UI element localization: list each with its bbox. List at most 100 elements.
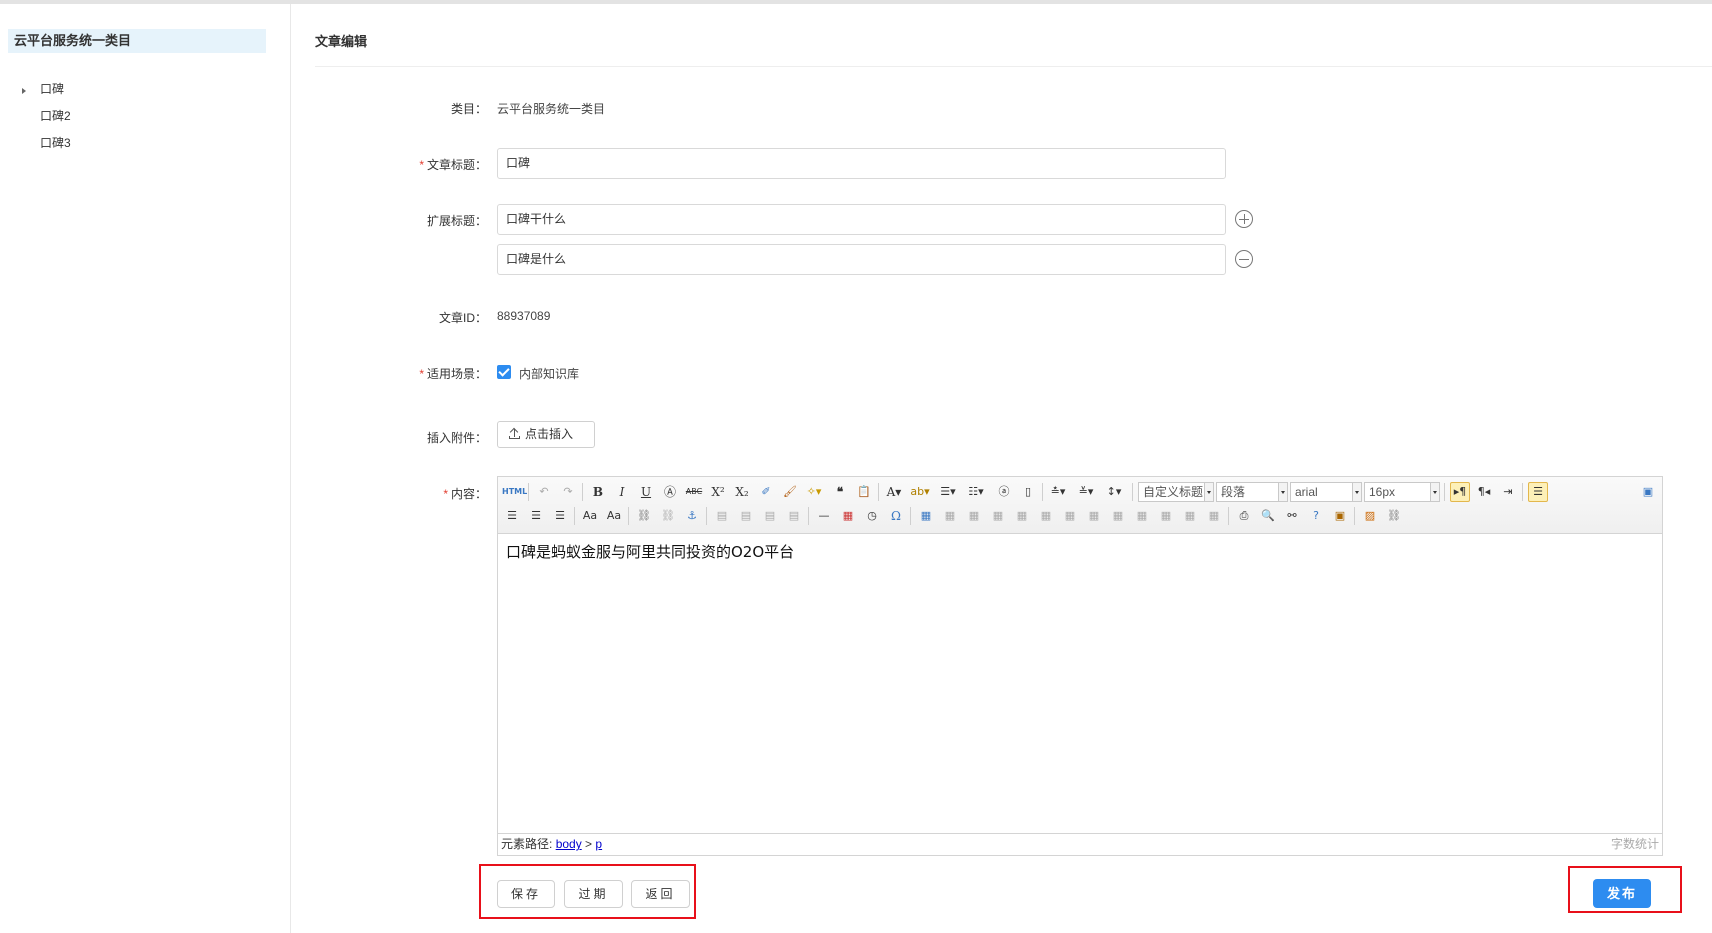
bold-icon[interactable]: B bbox=[588, 482, 608, 502]
ordered-list-icon[interactable]: ☰▾ bbox=[938, 482, 958, 502]
justify-icon[interactable]: ☰ bbox=[550, 506, 570, 526]
image-right-icon[interactable]: ▤ bbox=[760, 506, 780, 526]
rtl-direction-icon[interactable]: ¶◂ bbox=[1474, 482, 1494, 502]
unordered-list-icon[interactable]: ☷▾ bbox=[966, 482, 986, 502]
editor-content[interactable]: 口碑是蚂蚁金服与阿里共同投资的O2O平台 bbox=[506, 541, 794, 562]
insert-image-icon[interactable]: ▨ bbox=[1360, 506, 1380, 526]
sidebar-item-koubei3[interactable]: 口碑3 bbox=[40, 134, 71, 152]
image-none-icon[interactable]: ▤ bbox=[712, 506, 732, 526]
print-icon[interactable]: ⎙ bbox=[1234, 506, 1254, 526]
title-divider bbox=[315, 66, 1712, 67]
title-label: * 文章标题： bbox=[419, 158, 487, 172]
uppercase-icon[interactable]: Aa bbox=[580, 506, 600, 526]
save-button[interactable]: 保存 bbox=[497, 880, 555, 908]
scene-option-label: 内部知识库 bbox=[519, 367, 580, 381]
insert-col-icon[interactable]: ▦ bbox=[1036, 506, 1056, 526]
auto-typeset-icon[interactable]: ✧▾ bbox=[804, 482, 824, 502]
clear-doc-icon[interactable]: ▯ bbox=[1018, 482, 1038, 502]
ltr-direction-icon[interactable]: ▸¶ bbox=[1450, 482, 1470, 502]
row-spacing-bottom-icon[interactable]: ≚▾ bbox=[1076, 482, 1096, 502]
remove-format-icon[interactable]: ✐ bbox=[756, 482, 776, 502]
blockquote-icon[interactable]: ❝ bbox=[830, 482, 850, 502]
anchor-icon[interactable]: ⚓ bbox=[682, 506, 702, 526]
image-center-icon[interactable]: ▤ bbox=[784, 506, 804, 526]
underline-icon[interactable]: U bbox=[636, 482, 656, 502]
category-value: 云平台服务统一类目 bbox=[497, 102, 606, 116]
merge-cells-icon[interactable]: ▦ bbox=[1084, 506, 1104, 526]
insert-attachment-button[interactable]: 点击插入 bbox=[497, 421, 595, 448]
image-left-icon[interactable]: ▤ bbox=[736, 506, 756, 526]
content-label: * 内容： bbox=[443, 487, 487, 501]
paragraph-select[interactable]: 段落 bbox=[1216, 482, 1288, 502]
word-count[interactable]: 字数统计 bbox=[1611, 834, 1659, 855]
custom-style-select[interactable]: 自定义标题 bbox=[1138, 482, 1214, 502]
split-cells-icon[interactable]: ▦ bbox=[1156, 506, 1176, 526]
draft-icon[interactable]: ▣ bbox=[1330, 506, 1350, 526]
delete-table-icon[interactable]: ▦ bbox=[940, 506, 960, 526]
time-icon[interactable]: ◷ bbox=[862, 506, 882, 526]
strikethrough-icon[interactable]: ABC bbox=[684, 482, 704, 502]
align-right-icon[interactable]: ☰ bbox=[526, 506, 546, 526]
highlight-color-icon[interactable]: ab▾ bbox=[910, 482, 930, 502]
preview-icon[interactable]: 🔍 bbox=[1258, 506, 1278, 526]
font-color-icon[interactable]: A▾ bbox=[884, 482, 904, 502]
select-all-icon[interactable]: ⓐ bbox=[994, 482, 1014, 502]
scene-label: * 适用场景： bbox=[419, 367, 487, 381]
italic-icon[interactable]: I bbox=[612, 482, 632, 502]
font-family-select[interactable]: arial bbox=[1290, 482, 1362, 502]
align-center-icon[interactable]: ☰ bbox=[502, 506, 522, 526]
publish-button[interactable]: 发布 bbox=[1593, 879, 1651, 908]
indent-icon[interactable]: ⇥ bbox=[1498, 482, 1518, 502]
lowercase-icon[interactable]: Aa bbox=[604, 506, 624, 526]
sidebar-item-koubei2[interactable]: 口碑2 bbox=[40, 107, 71, 125]
insert-paragraph-before-table-icon[interactable]: ▦ bbox=[964, 506, 984, 526]
delete-row-icon[interactable]: ▦ bbox=[1012, 506, 1032, 526]
format-painter-icon[interactable]: 🖌 bbox=[780, 482, 800, 502]
path-p-link[interactable]: p bbox=[595, 837, 602, 851]
sidebar: 云平台服务统一类目 口碑 口碑2 口碑3 bbox=[0, 4, 291, 933]
merge-right-icon[interactable]: ▦ bbox=[1108, 506, 1128, 526]
unlink-icon[interactable]: ⛓ bbox=[658, 506, 678, 526]
help-icon[interactable]: ? bbox=[1306, 506, 1326, 526]
delete-col-icon[interactable]: ▦ bbox=[1060, 506, 1080, 526]
tree-expand-icon[interactable] bbox=[22, 88, 26, 94]
scene-checkbox[interactable] bbox=[497, 365, 511, 379]
add-circle-icon[interactable] bbox=[1235, 210, 1253, 228]
fullscreen-icon[interactable]: ▣ bbox=[1638, 482, 1658, 502]
align-left-icon[interactable]: ☰ bbox=[1528, 482, 1548, 502]
insert-row-icon[interactable]: ▦ bbox=[988, 506, 1008, 526]
split-rows-icon[interactable]: ▦ bbox=[1180, 506, 1200, 526]
ext-title-input-2[interactable]: 口碑是什么 bbox=[497, 244, 1226, 275]
superscript-icon[interactable]: X² bbox=[708, 482, 728, 502]
rich-text-editor: HTML ↶ ↷ B I U Ⓐ ABC X² X₂ ✐ 🖌 ✧▾ ❝ 📋 A▾… bbox=[497, 476, 1663, 856]
undo-icon[interactable]: ↶ bbox=[534, 482, 554, 502]
special-char-icon[interactable]: Ω bbox=[886, 506, 906, 526]
paste-plain-icon[interactable]: 📋 bbox=[854, 482, 874, 502]
line-height-icon[interactable]: ↕▾ bbox=[1104, 482, 1124, 502]
split-cols-icon[interactable]: ▦ bbox=[1204, 506, 1224, 526]
insert-link-icon[interactable]: ⛓ bbox=[1384, 506, 1404, 526]
font-border-icon[interactable]: Ⓐ bbox=[660, 482, 680, 502]
expire-button[interactable]: 过期 bbox=[564, 880, 623, 908]
font-size-select[interactable]: 16px bbox=[1364, 482, 1440, 502]
date-icon[interactable]: ▦ bbox=[838, 506, 858, 526]
insert-table-icon[interactable]: ▦ bbox=[916, 506, 936, 526]
required-mark: * bbox=[419, 367, 424, 381]
back-button[interactable]: 返回 bbox=[631, 880, 690, 908]
row-spacing-top-icon[interactable]: ≛▾ bbox=[1048, 482, 1068, 502]
title-input[interactable]: 口碑 bbox=[497, 148, 1226, 179]
required-mark: * bbox=[443, 487, 448, 501]
subscript-icon[interactable]: X₂ bbox=[732, 482, 752, 502]
horizontal-rule-icon[interactable]: — bbox=[814, 506, 834, 526]
search-replace-icon[interactable]: ⚯ bbox=[1282, 506, 1302, 526]
html-source-icon[interactable]: HTML bbox=[502, 482, 527, 502]
merge-down-icon[interactable]: ▦ bbox=[1132, 506, 1152, 526]
path-body-link[interactable]: body bbox=[556, 837, 582, 851]
redo-icon[interactable]: ↷ bbox=[558, 482, 578, 502]
sidebar-title[interactable]: 云平台服务统一类目 bbox=[8, 29, 266, 53]
link-icon[interactable]: ⛓ bbox=[634, 506, 654, 526]
ext-title-input-1[interactable]: 口碑干什么 bbox=[497, 204, 1226, 235]
remove-circle-icon[interactable] bbox=[1235, 250, 1253, 268]
article-id-label: 文章ID： bbox=[438, 311, 487, 325]
sidebar-item-koubei[interactable]: 口碑 bbox=[40, 80, 64, 98]
